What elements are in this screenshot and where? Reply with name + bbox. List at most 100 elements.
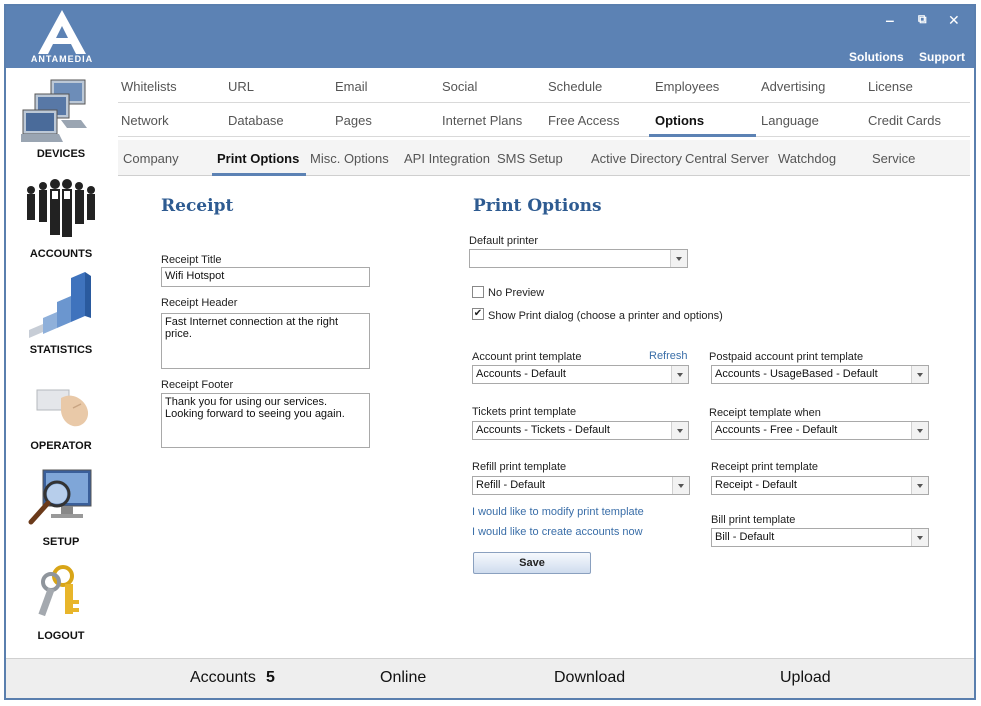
subtab-api-integration[interactable]: API Integration	[404, 151, 490, 166]
tab-network[interactable]: Network	[121, 113, 169, 128]
sidebar: DEVICES ACCOUNTS STATISTICS OPERATOR SET…	[6, 68, 116, 658]
receipt-when-label: Receipt template when	[709, 407, 821, 419]
active-subtab-indicator	[212, 173, 306, 176]
chevron-down-icon	[671, 366, 688, 383]
subtab-watchdog[interactable]: Watchdog	[778, 151, 836, 166]
tab-language[interactable]: Language	[761, 113, 819, 128]
refill-template-value: Refill - Default	[476, 479, 546, 491]
download-status-label: Download	[554, 669, 626, 686]
receipt-template-label: Receipt print template	[711, 461, 818, 473]
tab-social[interactable]: Social	[442, 79, 477, 94]
default-printer-select[interactable]	[469, 249, 688, 268]
receipt-title-heading: Receipt	[161, 196, 234, 216]
receipt-footer-label: Receipt Footer	[161, 379, 234, 391]
refresh-link[interactable]: Refresh	[649, 350, 688, 362]
restore-icon[interactable]: ⧉	[918, 12, 927, 27]
postpaid-template-select[interactable]: Accounts - UsageBased - Default	[711, 365, 929, 384]
close-icon[interactable]: ✕	[948, 12, 960, 29]
sidebar-item-label: LOGOUT	[37, 630, 85, 642]
sidebar-item-statistics[interactable]: STATISTICS	[6, 272, 116, 356]
subtab-central-server[interactable]: Central Server	[685, 151, 769, 166]
operator-icon	[21, 368, 101, 438]
account-template-label: Account print template	[472, 351, 582, 363]
receipt-title-label: Receipt Title	[161, 254, 222, 266]
chevron-down-icon	[671, 422, 688, 439]
refill-template-select[interactable]: Refill - Default	[472, 476, 690, 495]
tab-email[interactable]: Email	[335, 79, 368, 94]
tab-schedule[interactable]: Schedule	[548, 79, 602, 94]
antamedia-logo: ANTAMEDIA	[26, 8, 98, 68]
tab-url[interactable]: URL	[228, 79, 254, 94]
sidebar-item-label: SETUP	[42, 536, 80, 548]
minimize-icon[interactable]: ‒	[886, 12, 894, 28]
receipt-header-textarea[interactable]: Fast Internet connection at the right pr…	[161, 313, 370, 369]
sidebar-item-label: OPERATOR	[30, 440, 92, 452]
bill-template-select[interactable]: Bill - Default	[711, 528, 929, 547]
tickets-template-label: Tickets print template	[472, 406, 577, 418]
chevron-down-icon	[911, 477, 928, 494]
account-template-value: Accounts - Default	[476, 368, 566, 380]
tab-options[interactable]: Options	[655, 113, 704, 128]
sidebar-item-accounts[interactable]: ACCOUNTS	[6, 176, 116, 260]
chevron-down-icon	[911, 422, 928, 439]
sidebar-item-setup[interactable]: SETUP	[6, 464, 116, 548]
no-preview-checkbox[interactable]	[472, 286, 484, 298]
refill-template-label: Refill print template	[472, 461, 567, 473]
chevron-down-icon	[670, 250, 687, 267]
tab-whitelists[interactable]: Whitelists	[121, 79, 177, 94]
tickets-template-value: Accounts - Tickets - Default	[476, 424, 610, 436]
tab-database[interactable]: Database	[228, 113, 284, 128]
receipt-title-input[interactable]: Wifi Hotspot	[161, 267, 370, 287]
accounts-status-label: Accounts	[190, 669, 256, 686]
receipt-when-select[interactable]: Accounts - Free - Default	[711, 421, 929, 440]
default-printer-label: Default printer	[469, 235, 539, 247]
online-status-label: Online	[380, 669, 427, 686]
no-preview-label: No Preview	[488, 287, 545, 299]
receipt-template-select[interactable]: Receipt - Default	[711, 476, 929, 495]
title-bar: ANTAMEDIA ‒ ⧉ ✕ Solutions Support	[6, 6, 974, 68]
tab-row-1: Whitelists URL Email Social Schedule Emp…	[118, 70, 970, 103]
status-bar: Accounts 5 Online Download Upload	[6, 658, 974, 698]
upload-status-label: Upload	[780, 669, 831, 686]
tab-free-access[interactable]: Free Access	[548, 113, 620, 128]
tab-row-2: Network Database Pages Internet Plans Fr…	[118, 104, 970, 137]
sidebar-item-devices[interactable]: DEVICES	[6, 76, 116, 160]
active-tab-indicator	[649, 134, 756, 137]
account-template-select[interactable]: Accounts - Default	[472, 365, 689, 384]
sidebar-item-operator[interactable]: OPERATOR	[6, 368, 116, 452]
tickets-template-select[interactable]: Accounts - Tickets - Default	[472, 421, 689, 440]
subtab-active-directory[interactable]: Active Directory	[591, 151, 682, 166]
sidebar-item-label: ACCOUNTS	[29, 248, 93, 260]
accounts-icon	[21, 176, 101, 246]
sidebar-item-logout[interactable]: LOGOUT	[6, 564, 116, 642]
show-print-dialog-checkbox[interactable]: ✔	[472, 308, 484, 320]
subtab-misc-options[interactable]: Misc. Options	[310, 151, 389, 166]
tab-credit-cards[interactable]: Credit Cards	[868, 113, 941, 128]
receipt-footer-textarea[interactable]: Thank you for using our services. Lookin…	[161, 393, 370, 448]
subtab-service[interactable]: Service	[872, 151, 915, 166]
chevron-down-icon	[672, 477, 689, 494]
bill-template-value: Bill - Default	[715, 531, 775, 543]
bill-template-label: Bill print template	[711, 514, 796, 526]
tab-internet-plans[interactable]: Internet Plans	[442, 113, 522, 128]
modify-template-link[interactable]: I would like to modify print template	[472, 506, 644, 518]
logo-text: ANTAMEDIA	[30, 54, 94, 64]
support-link[interactable]: Support	[919, 50, 965, 64]
subtab-sms-setup[interactable]: SMS Setup	[497, 151, 563, 166]
create-accounts-link[interactable]: I would like to create accounts now	[472, 526, 643, 538]
subtab-print-options[interactable]: Print Options	[217, 151, 299, 166]
receipt-header-label: Receipt Header	[161, 297, 238, 309]
subtab-company[interactable]: Company	[123, 151, 179, 166]
tab-license[interactable]: License	[868, 79, 913, 94]
receipt-template-value: Receipt - Default	[715, 479, 797, 491]
setup-icon	[21, 464, 101, 534]
tab-employees[interactable]: Employees	[655, 79, 719, 94]
tab-pages[interactable]: Pages	[335, 113, 372, 128]
save-button[interactable]: Save	[473, 552, 591, 574]
app-window: ANTAMEDIA ‒ ⧉ ✕ Solutions Support DEVICE…	[4, 4, 976, 700]
receipt-when-value: Accounts - Free - Default	[715, 424, 838, 436]
subtab-row: Company Print Options Misc. Options API …	[118, 140, 970, 176]
postpaid-template-label: Postpaid account print template	[709, 351, 864, 363]
solutions-link[interactable]: Solutions	[849, 50, 904, 64]
tab-advertising[interactable]: Advertising	[761, 79, 825, 94]
